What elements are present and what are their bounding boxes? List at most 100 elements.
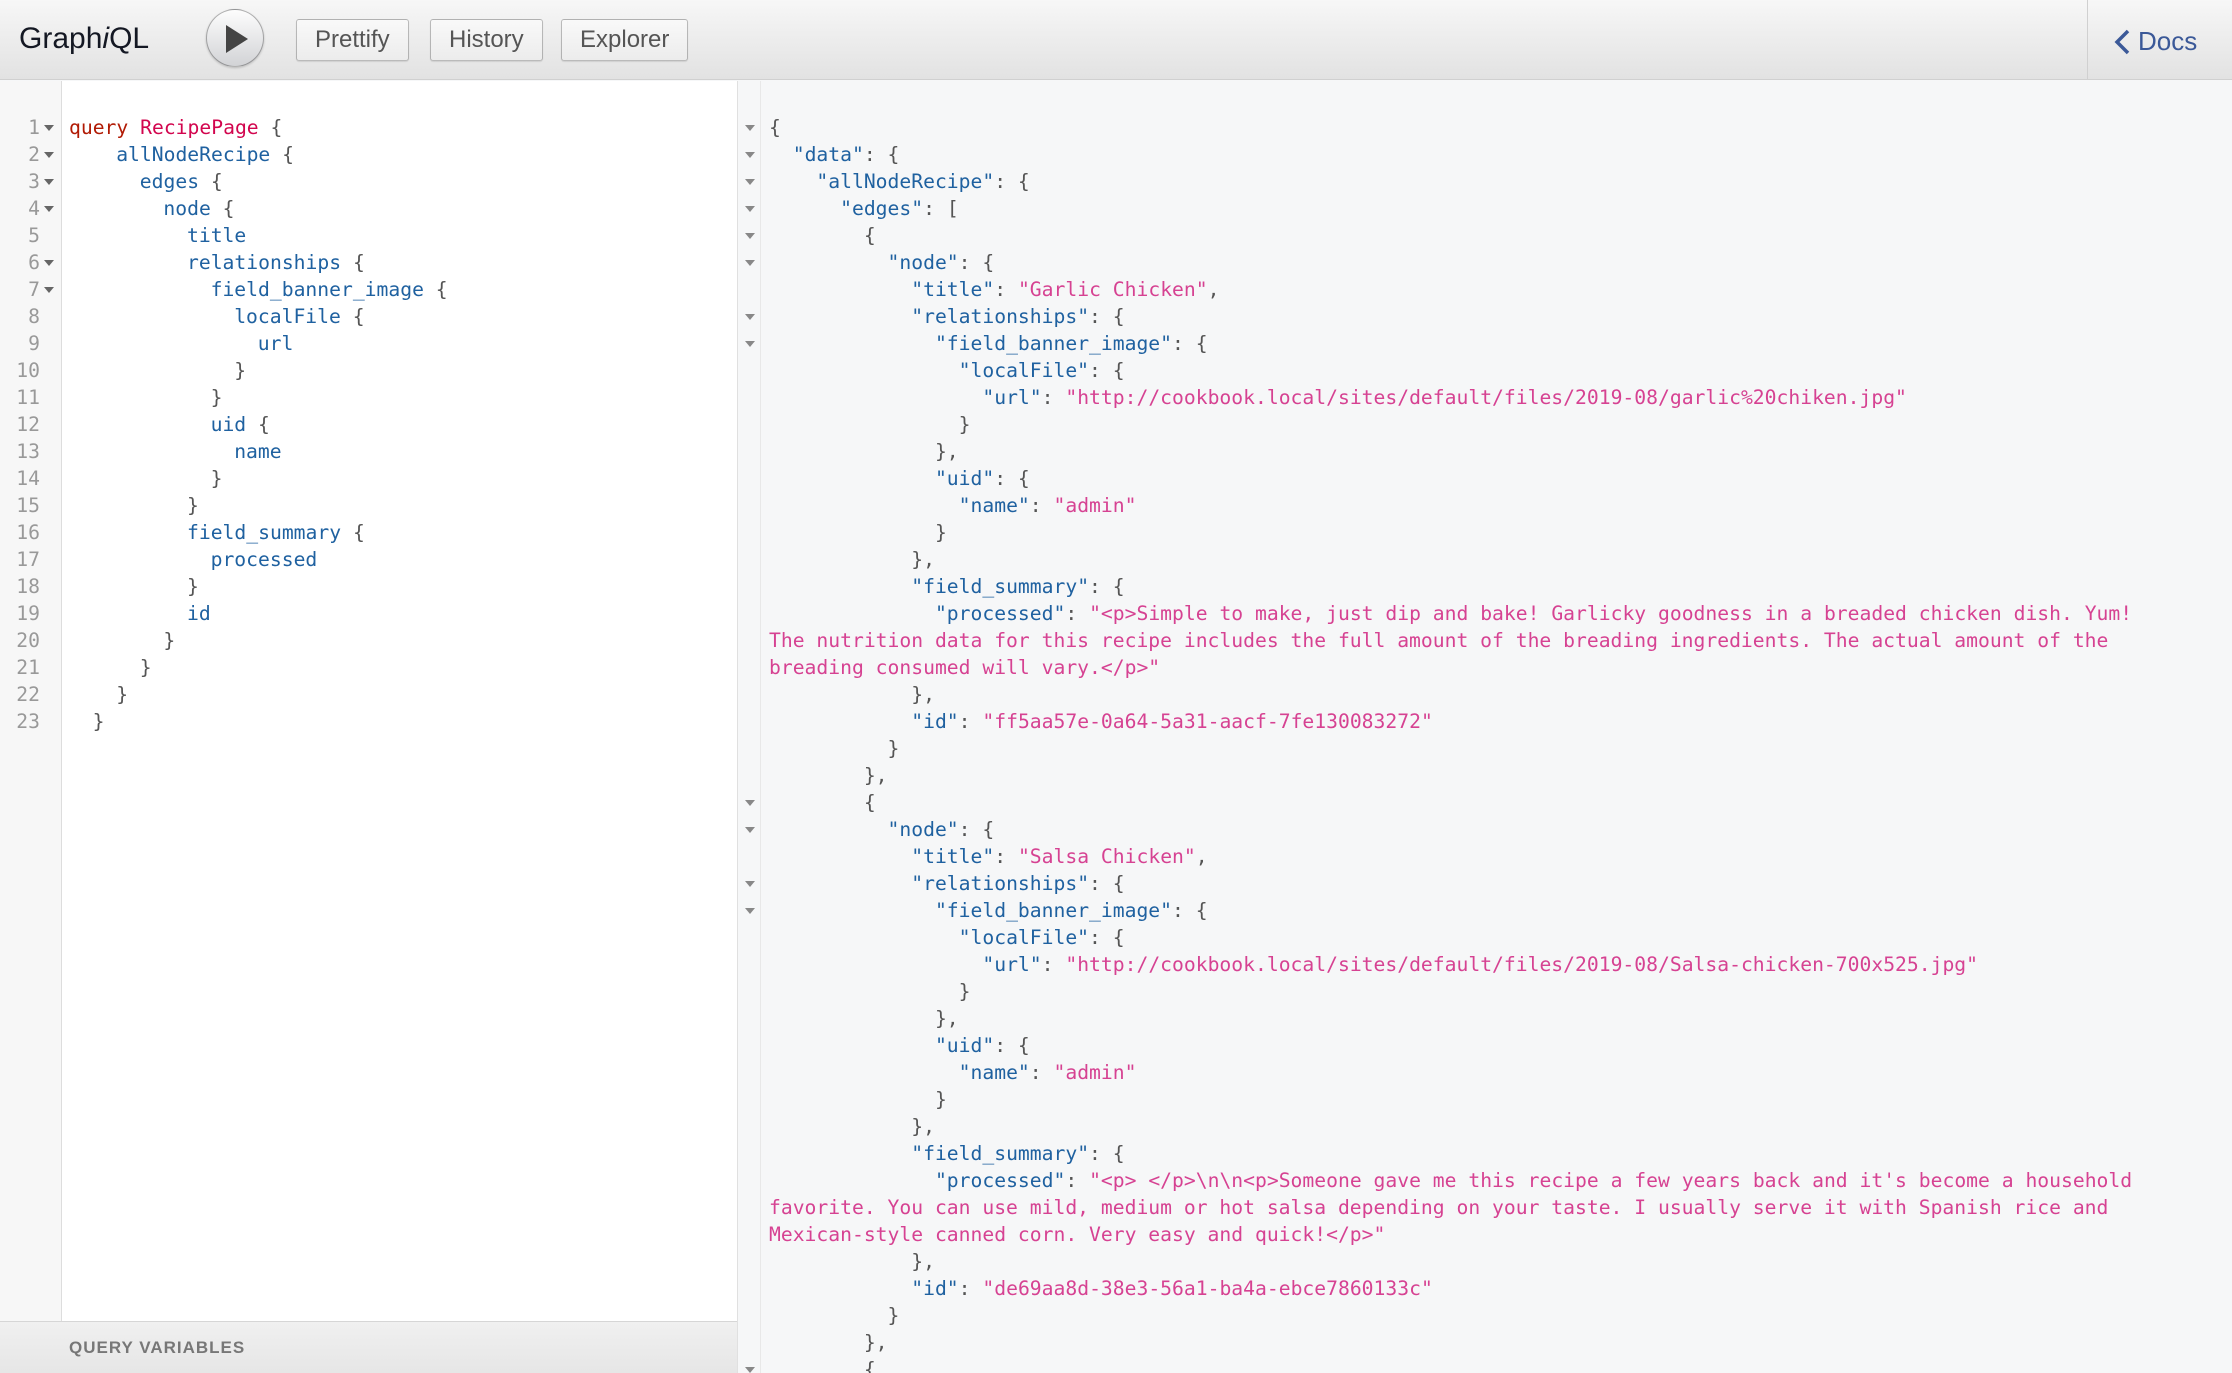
code-line[interactable]: 12 uid { xyxy=(0,411,738,438)
code-token: url xyxy=(257,332,294,355)
code-token: : { xyxy=(994,467,1030,490)
code-line[interactable]: 7 field_banner_image { xyxy=(0,276,738,303)
code-line[interactable]: 11} xyxy=(0,384,738,411)
fold-toggle-icon[interactable] xyxy=(44,125,54,131)
fold-toggle-icon[interactable] xyxy=(745,1367,755,1373)
code-token: } xyxy=(769,413,971,436)
code-token: localFile xyxy=(234,305,341,328)
code-line[interactable]: 18} xyxy=(0,573,738,600)
result-text: "uid": { xyxy=(769,465,1030,492)
docs-button[interactable]: Docs xyxy=(2087,0,2232,80)
line-text: } xyxy=(211,384,223,411)
code-token: "processed" xyxy=(934,1169,1066,1192)
code-line[interactable]: 22} xyxy=(0,681,738,708)
result-text: "title": "Salsa Chicken", xyxy=(769,843,1207,870)
code-token: "processed" xyxy=(934,602,1066,625)
code-line[interactable]: 23} xyxy=(0,708,738,735)
code-token: }, xyxy=(769,1115,935,1138)
code-token: : xyxy=(1029,1061,1054,1084)
code-token: { xyxy=(258,116,283,139)
code-line[interactable]: 17 processed xyxy=(0,546,738,573)
code-token: uid xyxy=(210,413,247,436)
code-token: "<p> </p>\n\n<p>Someone gave me this rec… xyxy=(1089,1169,2133,1192)
code-token: id xyxy=(187,602,211,625)
result-panel[interactable]: { "data": { "allNodeRecipe": { "edges": … xyxy=(739,81,2232,1373)
code-line[interactable]: 21} xyxy=(0,654,738,681)
line-number: 14 xyxy=(16,467,40,490)
fold-toggle-icon[interactable] xyxy=(745,206,755,212)
execute-query-button[interactable] xyxy=(206,9,264,67)
result-text: }, xyxy=(769,1005,959,1032)
history-button[interactable]: History xyxy=(430,19,543,61)
code-line[interactable]: 2 allNodeRecipe { xyxy=(0,141,738,168)
line-text: allNodeRecipe { xyxy=(116,141,294,168)
result-text: } xyxy=(769,519,947,546)
code-token: } xyxy=(116,683,129,706)
code-token: "name" xyxy=(958,494,1030,517)
fold-toggle-icon[interactable] xyxy=(44,260,54,266)
fold-toggle-icon[interactable] xyxy=(745,125,755,131)
line-number: 9 xyxy=(28,332,40,355)
result-text: } xyxy=(769,735,900,762)
code-line[interactable]: 16 field_summary { xyxy=(0,519,738,546)
code-line[interactable]: 4 node { xyxy=(0,195,738,222)
code-line[interactable]: 13 name xyxy=(0,438,738,465)
fold-toggle-icon[interactable] xyxy=(745,341,755,347)
code-token: "de69aa8d-38e3-56a1-ba4a-ebce7860133c" xyxy=(982,1277,1433,1300)
result-text: { xyxy=(769,1356,876,1373)
code-line[interactable]: 20} xyxy=(0,627,738,654)
line-text: edges { xyxy=(140,168,223,195)
code-token: "field_summary" xyxy=(911,1142,1090,1165)
fold-toggle-icon[interactable] xyxy=(44,152,54,158)
code-token: { xyxy=(769,791,876,814)
fold-toggle-icon[interactable] xyxy=(44,287,54,293)
code-token: { xyxy=(199,170,223,193)
code-token: "title" xyxy=(911,278,995,301)
code-token: query xyxy=(69,116,129,139)
code-line[interactable]: 6 relationships { xyxy=(0,249,738,276)
line-text: node { xyxy=(163,195,234,222)
query-editor[interactable]: 1 query RecipePage {2 allNodeRecipe {3 edge… xyxy=(0,81,738,1373)
fold-toggle-icon[interactable] xyxy=(745,908,755,914)
result-text: }, xyxy=(769,1329,888,1356)
code-line[interactable]: 1 query RecipePage { xyxy=(0,114,738,141)
query-variables-header[interactable]: QUERY VARIABLES xyxy=(0,1321,737,1373)
graphiql-logo: GraphiQL xyxy=(19,22,149,56)
fold-toggle-icon[interactable] xyxy=(44,206,54,212)
code-line[interactable]: 19 id xyxy=(0,600,738,627)
fold-toggle-icon[interactable] xyxy=(745,314,755,320)
code-line[interactable]: 5 title xyxy=(0,222,738,249)
fold-toggle-icon[interactable] xyxy=(745,827,755,833)
explorer-button[interactable]: Explorer xyxy=(561,19,689,61)
fold-toggle-icon[interactable] xyxy=(745,152,755,158)
code-token: "url" xyxy=(982,386,1042,409)
line-number: 1 xyxy=(28,116,40,139)
line-text: field_summary { xyxy=(187,519,365,546)
code-line[interactable]: 15} xyxy=(0,492,738,519)
code-line[interactable]: 8 localFile { xyxy=(0,303,738,330)
code-token: } xyxy=(210,467,223,490)
result-text: "name": "admin" xyxy=(769,492,1137,519)
code-line[interactable]: 3 edges { xyxy=(0,168,738,195)
result-text: { xyxy=(769,789,876,816)
prettify-button[interactable]: Prettify xyxy=(296,19,409,61)
code-line[interactable]: 10} xyxy=(0,357,738,384)
code-line[interactable]: 9 url xyxy=(0,330,738,357)
query-code[interactable]: 1 query RecipePage {2 allNodeRecipe {3 edge… xyxy=(0,114,738,735)
fold-toggle-icon[interactable] xyxy=(745,881,755,887)
fold-toggle-icon[interactable] xyxy=(745,800,755,806)
fold-toggle-icon[interactable] xyxy=(44,179,54,185)
fold-toggle-icon[interactable] xyxy=(745,260,755,266)
fold-toggle-icon[interactable] xyxy=(745,179,755,185)
code-token: field_banner_image xyxy=(210,278,424,301)
result-text: breading consumed will vary.</p>" xyxy=(769,654,1160,681)
fold-toggle-icon[interactable] xyxy=(745,233,755,239)
code-line[interactable]: 14} xyxy=(0,465,738,492)
result-text: Mexican-style canned corn. Very easy and… xyxy=(769,1221,1385,1248)
